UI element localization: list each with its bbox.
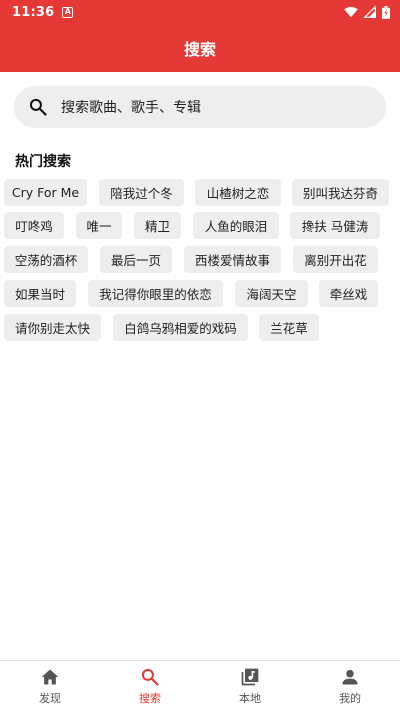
person-icon: [342, 669, 358, 685]
signal-icon: [364, 6, 376, 18]
hot-search-tag[interactable]: 陪我过个冬: [99, 179, 184, 206]
hot-search-tag[interactable]: 山楂树之恋: [195, 179, 281, 206]
hot-search-tag[interactable]: 兰花草: [259, 314, 319, 341]
hot-search-tag[interactable]: 离别开出花: [293, 246, 378, 273]
hot-search-tag[interactable]: 搀扶 马健涛: [290, 212, 380, 239]
hot-search-tag[interactable]: 海阔天空: [235, 280, 308, 307]
status-left: 11:36 A: [12, 4, 74, 20]
nav-item-search[interactable]: 搜索: [100, 661, 200, 712]
hot-search-tag[interactable]: 唯一: [76, 212, 122, 239]
app-bar: 搜索: [0, 24, 400, 72]
search-icon: [141, 668, 159, 686]
hot-search-tag[interactable]: 人鱼的眼泪: [193, 212, 279, 239]
hot-search-tag[interactable]: 我记得你眼里的依恋: [88, 280, 223, 307]
hot-search-tag[interactable]: Cry For Me: [4, 179, 87, 206]
hot-search-tag[interactable]: 西楼爱情故事: [184, 246, 281, 273]
search-placeholder: 搜索歌曲、歌手、专辑: [61, 100, 201, 116]
page-title: 搜索: [183, 40, 216, 59]
nav-item-local[interactable]: 本地: [200, 661, 300, 712]
notification-a-icon: A: [62, 6, 74, 18]
nav-label-local: 本地: [239, 692, 261, 705]
status-time: 11:36: [12, 4, 55, 20]
nav-label-mine: 我的: [339, 692, 361, 705]
nav-item-discover[interactable]: 发现: [0, 661, 100, 712]
wifi-icon: [344, 6, 358, 18]
hot-search-tag[interactable]: 别叫我达芬奇: [292, 179, 389, 206]
hot-search-title: 热门搜索: [15, 154, 71, 170]
status-right: [344, 5, 390, 19]
search-input[interactable]: 搜索歌曲、歌手、专辑: [14, 86, 386, 128]
search-icon: [26, 95, 50, 119]
hot-search-tag[interactable]: 叮咚鸡: [4, 212, 64, 239]
hot-search-tag[interactable]: 牵丝戏: [319, 280, 378, 307]
nav-item-mine[interactable]: 我的: [300, 661, 400, 712]
hot-search-tag[interactable]: 空荡的酒杯: [4, 246, 88, 273]
nav-label-search: 搜索: [139, 692, 161, 705]
nav-label-discover: 发现: [39, 692, 61, 705]
screen: 11:36 A 搜索 搜索歌曲、歌手、专辑 热门搜索 Cry For Me 陪我…: [0, 0, 400, 712]
home-icon: [41, 669, 59, 685]
library-music-icon: [241, 668, 259, 686]
bottom-nav: 发现 搜索 本地 我的: [0, 660, 400, 712]
battery-icon: [382, 5, 390, 19]
hot-search-tag[interactable]: 如果当时: [4, 280, 76, 307]
hot-search-tag[interactable]: 最后一页: [100, 246, 172, 273]
hot-search-tag[interactable]: 白鸽乌鸦相爱的戏码: [113, 314, 248, 341]
hot-search-tag[interactable]: 请你别走太快: [4, 314, 101, 341]
hot-search-tag[interactable]: 精卫: [134, 212, 181, 239]
status-bar: 11:36 A: [0, 0, 400, 24]
